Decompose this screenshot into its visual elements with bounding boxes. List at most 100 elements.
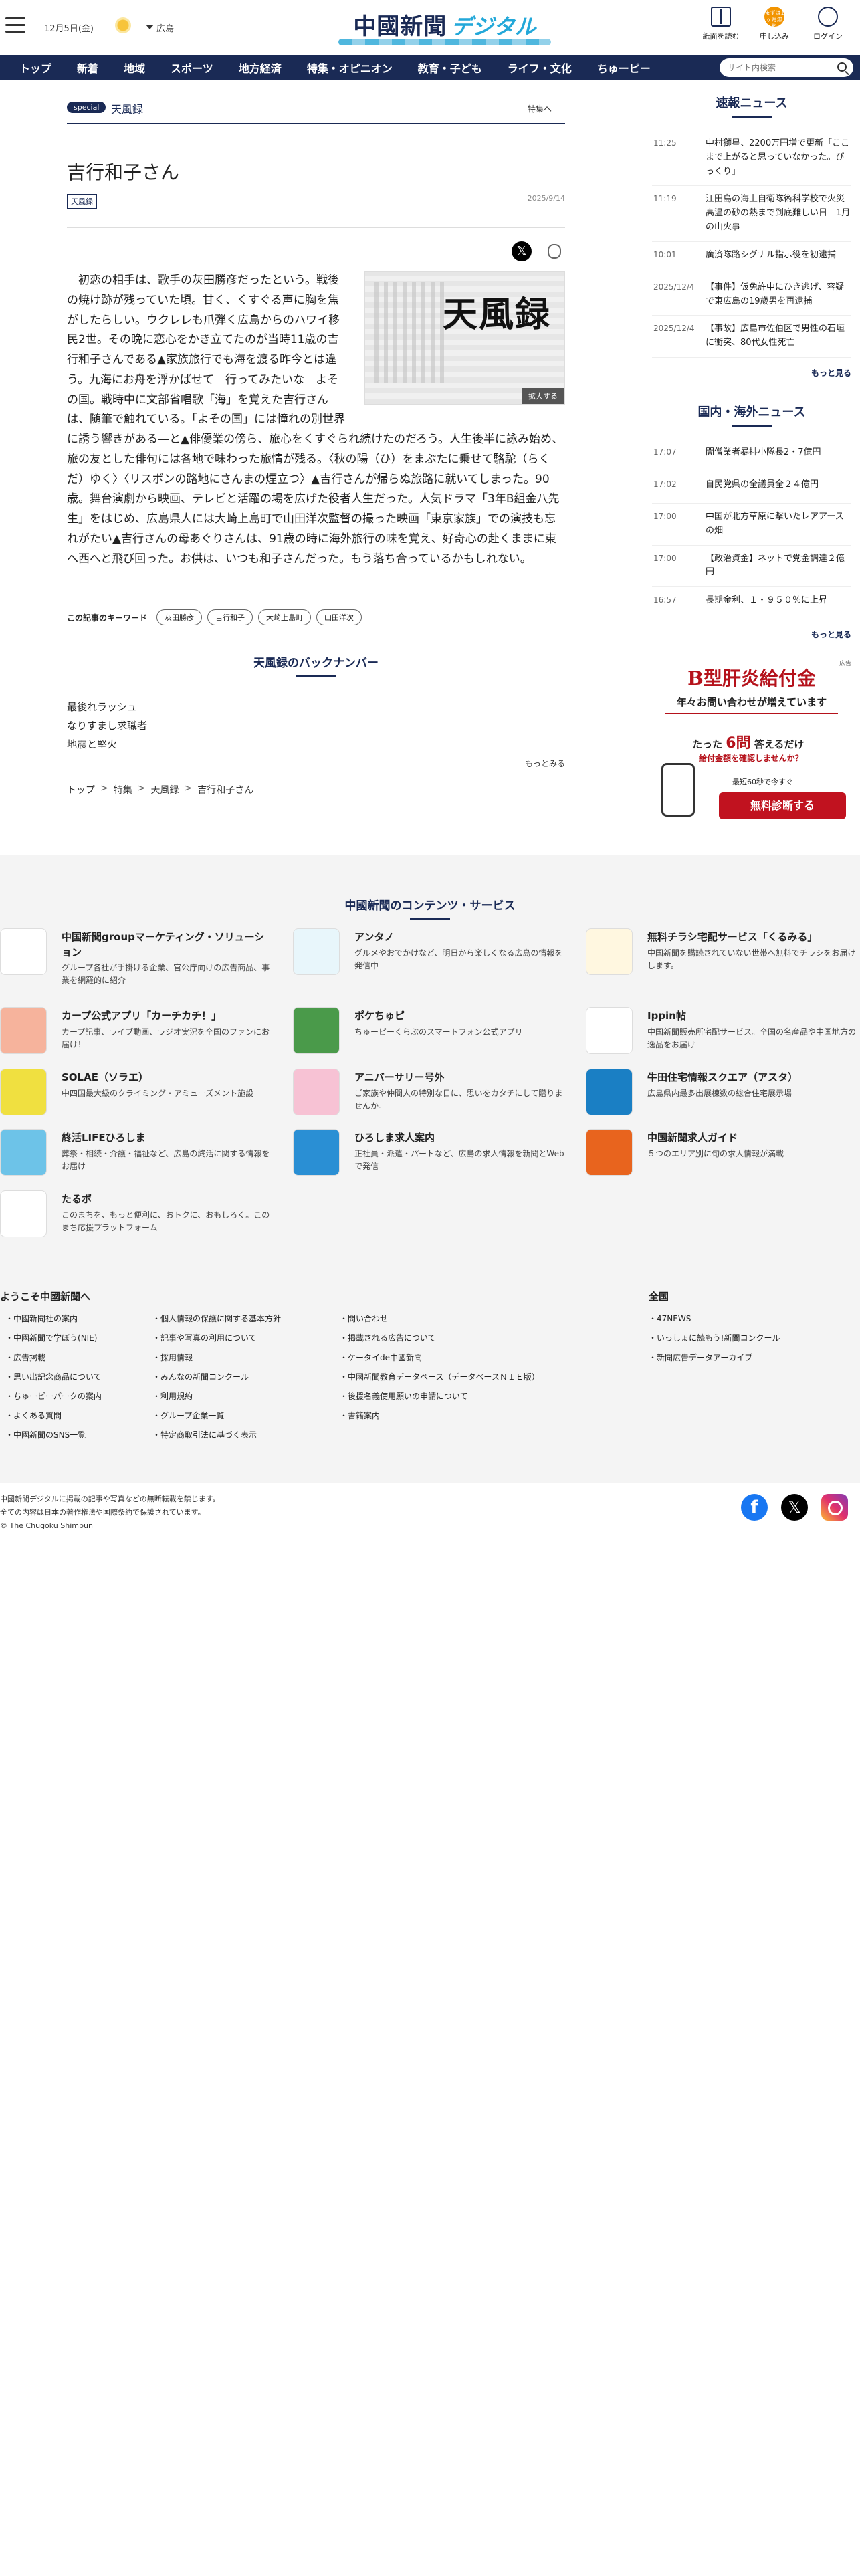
keyword-tag[interactable]: 大崎上島町: [258, 609, 312, 626]
service-item[interactable]: 中国新聞求人ガイド ５つのエリア別に旬の求人情報が満載: [586, 1129, 860, 1182]
service-item[interactable]: 無料チラシ宅配サービス「くるみる」 中国新聞を購読されていない世帯へ無料でチラシを…: [586, 928, 860, 982]
news-item[interactable]: 17:07 闇僧業者暴排小隊長2・7億円: [652, 439, 851, 471]
service-desc: 中四国最大級のクライミング・アミューズメント施設: [62, 1089, 254, 1098]
service-item[interactable]: ポケちゅピ ちゅーピーくらぶのスマートフォン公式アプリ: [293, 1007, 567, 1061]
service-item[interactable]: アニバーサリー号外 ご家族や仲間人の特別な日に、思いをカタチにして贈りませんか。: [293, 1069, 567, 1122]
smartphone-icon: [661, 763, 695, 817]
footer-link[interactable]: 掲載される広告について: [340, 1329, 540, 1348]
more-link[interactable]: もっと見る: [652, 629, 851, 640]
breadcrumb-item[interactable]: 特集: [114, 783, 132, 796]
region-selector[interactable]: 広島: [146, 21, 174, 34]
ad-label: 広告: [839, 661, 851, 668]
footer-link[interactable]: 新聞広告データアーカイブ: [649, 1348, 780, 1368]
keyword-tag[interactable]: 吉行和子: [207, 609, 253, 626]
search-input[interactable]: [720, 58, 853, 77]
footer-link[interactable]: 問い合わせ: [340, 1309, 540, 1329]
read-paper-button[interactable]: 紙面を読む: [694, 7, 748, 41]
news-item[interactable]: 11:19 江田島の海上自衛隊術科学校で火災 高温の砂の熱まで到底難しい日 1月の…: [652, 186, 853, 242]
news-item[interactable]: 2025/12/4 【事件】仮免許中にひき逃げ、容疑で東広島の19歳男を再逮捕: [652, 274, 851, 316]
x-share-icon[interactable]: 𝕏: [512, 241, 532, 261]
facebook-icon[interactable]: f: [741, 1494, 768, 1521]
link-copy-icon[interactable]: [548, 244, 561, 259]
service-item[interactable]: SOLAE（ソラエ） 中四国最大級のクライミング・アミューズメント施設: [0, 1069, 274, 1122]
service-item[interactable]: Ippin帖 中国新聞販売所宅配サービス。全国の名産品や中国地方の逸品をお届け: [586, 1007, 860, 1061]
service-item[interactable]: ひろしま求人案内 正社員・派遣・パートなど、広島の求人情報を新聞とWebで発信: [293, 1129, 567, 1182]
article-body-wrap: 天風録 拡大する 初恋の相手は、歌手の灰田勝彦だったという。戦後の焼け跡が残って…: [67, 271, 565, 569]
service-item[interactable]: 終活LIFEひろしま 葬祭・相続・介護・福祉など、広島の終活に関する情報をお届け: [0, 1129, 274, 1182]
article-figure[interactable]: 天風録 拡大する: [364, 271, 565, 405]
footer-link[interactable]: 記事や写真の利用について: [152, 1329, 281, 1348]
news-item[interactable]: 17:00 中国が北方草原に撃いたレアアースの畑: [652, 504, 851, 546]
service-name: アンタノ: [354, 931, 394, 943]
nav-item-new[interactable]: 新着: [64, 60, 111, 76]
breadcrumb-item[interactable]: トップ: [67, 783, 95, 796]
nav-item-sports[interactable]: スポーツ: [158, 60, 226, 76]
ad-banner[interactable]: 広告 B型肝炎給付金 年々お問い合わせが増えています たった 6問 答えるだけ …: [652, 661, 851, 831]
footer-link[interactable]: 書籍案内: [340, 1406, 540, 1426]
news-item[interactable]: 11:25 中村獅星、2200万円増で更新「ここまで上がると思っていなかった。びっ…: [652, 130, 851, 187]
site-logo[interactable]: 中國新聞 デジタル: [334, 8, 555, 47]
footer-link[interactable]: 中國新聞で学ぼう(NIE): [5, 1329, 102, 1348]
footer-link[interactable]: よくある質問: [5, 1406, 102, 1426]
footer-link[interactable]: グループ企業一覧: [152, 1406, 281, 1426]
service-item[interactable]: アンタノグルメやおでかけなど、明日から楽しくなる広島の情報を発信中: [293, 928, 567, 982]
backnumber-list: 最後れラッシュ なりすまし求職者 地震と堅火: [67, 697, 565, 754]
apply-button[interactable]: まずは1ヶ月無料 申し込み: [748, 7, 801, 41]
footer-link[interactable]: 特定商取引法に基づく表示: [152, 1426, 281, 1445]
keywords-label: この記事のキーワード: [67, 613, 148, 623]
footer-link[interactable]: 採用情報: [152, 1348, 281, 1368]
footer-link[interactable]: 中國新聞のSNS一覧: [5, 1426, 102, 1445]
list-item[interactable]: なりすまし求職者: [67, 716, 565, 735]
footer-link[interactable]: いっしょに読もう!新聞コンクール: [649, 1329, 780, 1348]
nav-item-education[interactable]: 教育・子ども: [405, 60, 495, 76]
footer-link[interactable]: 47NEWS: [649, 1309, 780, 1329]
service-item[interactable]: 中国新聞groupマーケティング・ソリューション グループ各社が手掛ける企業、官公…: [0, 928, 274, 985]
nav-item-life[interactable]: ライフ・文化: [495, 60, 584, 76]
more-link[interactable]: もっと見る: [652, 367, 851, 379]
news-item[interactable]: 10:01 廣済隊路シグナル指示役を初逮捕: [652, 242, 851, 274]
nav-item-opinion[interactable]: 特集・オピニオン: [294, 60, 405, 76]
footer-link[interactable]: 広告掲載: [5, 1348, 102, 1368]
nav-item-top[interactable]: トップ: [7, 60, 64, 76]
service-desc: グルメやおでかけなど、明日から楽しくなる広島の情報を発信中: [354, 948, 563, 971]
sidebar: 速報ニュース 11:25 中村獅星、2200万円増で更新「ここまで上がると思ってい…: [652, 94, 853, 831]
footer-link[interactable]: 利用規約: [152, 1387, 281, 1406]
footer-link[interactable]: 中國新聞教育データベース（データベースＮＩＥ版）: [340, 1368, 540, 1387]
nav-item-region[interactable]: 地域: [111, 60, 158, 76]
breadcrumb-item[interactable]: 天風録: [150, 783, 179, 796]
welcome-title: ようこそ中國新聞へ: [0, 1291, 91, 1303]
service-item[interactable]: カープ公式アプリ「カーチカチ！」 カープ記事、ライブ動画、ラジオ実況を全国のファン…: [0, 1007, 274, 1061]
feature-link[interactable]: 特集へ: [528, 103, 552, 114]
service-item[interactable]: 牛田住宅情報スクエア（アスタ） 広島県内最多出展棟数の総合住宅展示場: [586, 1069, 860, 1122]
news-item[interactable]: 17:00 【政治資金】ネットで党金調達２億円: [652, 546, 851, 588]
footer-link[interactable]: みんなの新聞コンクール: [152, 1368, 281, 1387]
national-news-title: 国内・海外ニュース: [697, 405, 806, 419]
kyujin-guide-icon: [586, 1129, 633, 1176]
footer-link[interactable]: ちゅーピーパークの案内: [5, 1387, 102, 1406]
article-tag[interactable]: 天風録: [67, 194, 97, 209]
section-name[interactable]: 天風録: [111, 100, 143, 116]
service-item[interactable]: たるポ このまちを、もっと便利に、おトクに、おもしろく。このまち応援プラットフォー…: [0, 1190, 274, 1244]
list-item[interactable]: 地震と堅火: [67, 735, 565, 754]
keyword-tag[interactable]: 山田洋次: [316, 609, 362, 626]
footer-link[interactable]: 後援名義使用願いの申請について: [340, 1387, 540, 1406]
footer-link[interactable]: ケータイde中國新聞: [340, 1348, 540, 1368]
x-icon[interactable]: 𝕏: [781, 1494, 808, 1521]
ad-cta-button[interactable]: 無料診断する: [719, 792, 846, 820]
news-item[interactable]: 17:02 自民党県の全議員全２４億円: [652, 471, 851, 504]
more-link[interactable]: もっとみる: [67, 758, 565, 769]
menu-icon[interactable]: [5, 17, 25, 33]
keyword-tag[interactable]: 灰田勝彦: [156, 609, 203, 626]
instagram-icon[interactable]: [821, 1494, 848, 1521]
footer-link[interactable]: 思い出記念商品について: [5, 1368, 102, 1387]
news-item[interactable]: 2025/12/4 【事故】広島市佐伯区で男性の石垣に衝突、80代女性死亡: [652, 316, 851, 358]
zoom-button[interactable]: 拡大する: [522, 388, 564, 404]
login-button[interactable]: ログイン: [801, 7, 855, 41]
nav-item-chupy[interactable]: ちゅーピー: [584, 60, 663, 76]
search-icon[interactable]: [837, 62, 847, 72]
footer-link[interactable]: 中國新聞社の案内: [5, 1309, 102, 1329]
news-item[interactable]: 16:57 長期金利、１・９５０％に上昇: [652, 587, 851, 620]
list-item[interactable]: 最後れラッシュ: [67, 697, 565, 716]
nav-item-economy[interactable]: 地方経済: [226, 60, 294, 76]
footer-link[interactable]: 個人情報の保護に関する基本方針: [152, 1309, 281, 1329]
